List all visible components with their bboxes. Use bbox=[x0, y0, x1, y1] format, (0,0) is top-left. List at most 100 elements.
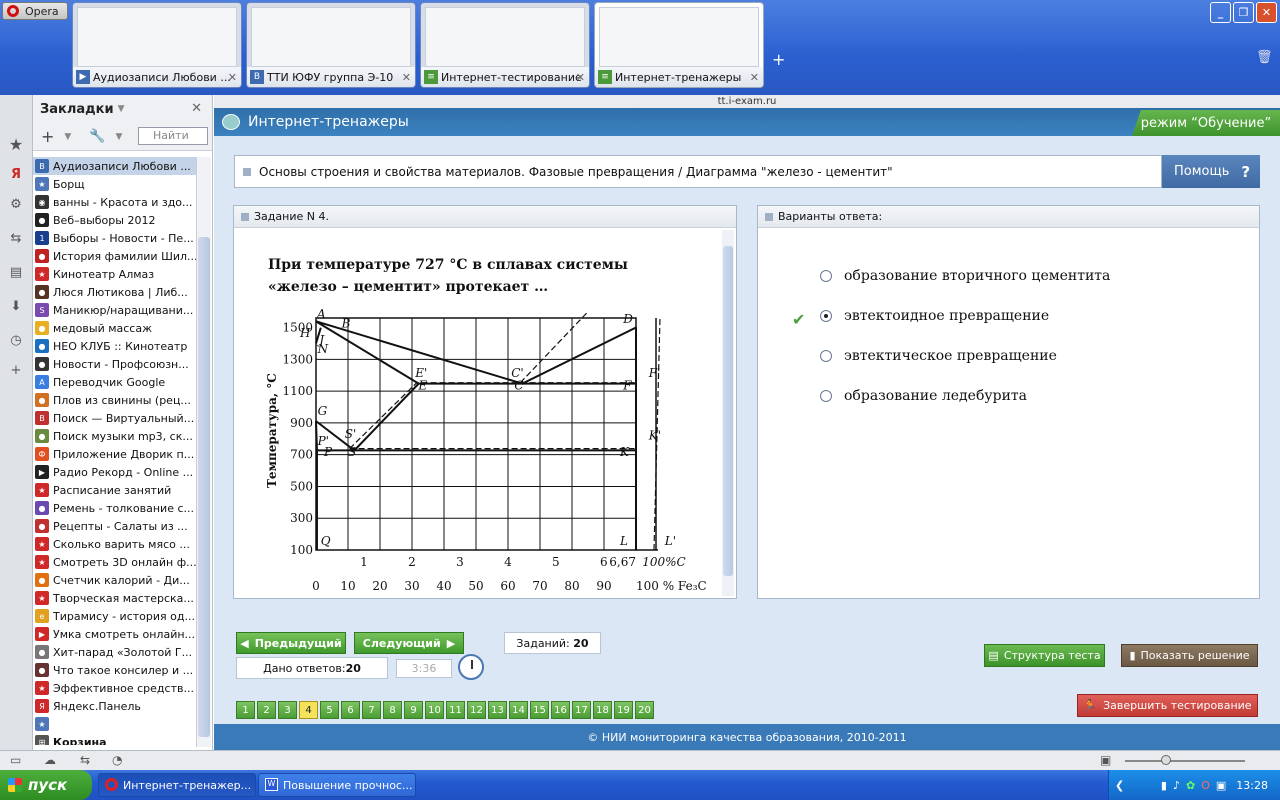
task-scrollbar[interactable] bbox=[722, 230, 734, 596]
radio-button[interactable] bbox=[820, 310, 832, 322]
page-button[interactable]: 1 bbox=[236, 701, 255, 719]
radio-button[interactable] bbox=[820, 350, 832, 362]
notes-icon[interactable]: ▤ bbox=[8, 265, 24, 281]
close-icon[interactable]: ✕ bbox=[402, 71, 411, 84]
bookmark-item[interactable]: ● Рецепты - Салаты из ... bbox=[33, 517, 198, 535]
tab-internet-testing[interactable]: ≡ Интернет-тестирование ✕ bbox=[420, 2, 590, 88]
start-button[interactable]: пуск bbox=[0, 770, 92, 800]
bookmark-folder-trash[interactable]: ⊞ Корзина bbox=[33, 733, 198, 745]
minimize-button[interactable]: _ bbox=[1210, 2, 1231, 23]
page-button[interactable]: 9 bbox=[404, 701, 423, 719]
bookmark-item[interactable]: A Переводчик Google bbox=[33, 373, 198, 391]
bookmark-item[interactable]: ● медовый массаж bbox=[33, 319, 198, 337]
bookmark-item[interactable]: ● Плов из свинины (рец... bbox=[33, 391, 198, 409]
close-icon[interactable]: ✕ bbox=[228, 71, 237, 84]
page-button[interactable]: 2 bbox=[257, 701, 276, 719]
opera-menu-button[interactable]: Opera bbox=[2, 2, 68, 20]
bookmark-item[interactable]: ★ Борщ bbox=[33, 175, 198, 193]
page-button[interactable]: 11 bbox=[446, 701, 465, 719]
answer-option[interactable]: образование вторичного цементита bbox=[820, 268, 1110, 284]
zoom-slider[interactable] bbox=[1125, 755, 1245, 765]
answer-option[interactable]: эвтектоидное превращение bbox=[820, 308, 1049, 324]
add-panel-icon[interactable]: + bbox=[8, 363, 24, 379]
download-icon[interactable]: ⬇ bbox=[8, 299, 24, 315]
network-icon[interactable]: ▮ bbox=[1161, 779, 1167, 792]
tab-audio[interactable]: ▶ Аудиозаписи Любови ... ✕ bbox=[72, 2, 242, 88]
page-button[interactable]: 3 bbox=[278, 701, 297, 719]
close-icon[interactable]: ✕ bbox=[750, 71, 759, 84]
icq-icon[interactable]: ✿ bbox=[1186, 779, 1195, 792]
close-icon[interactable]: ✕ bbox=[191, 101, 202, 116]
bookmark-item[interactable]: ★ Эффективное средств... bbox=[33, 679, 198, 697]
bookmark-item[interactable]: ★ Творческая мастерска... bbox=[33, 589, 198, 607]
page-button[interactable]: 19 bbox=[614, 701, 633, 719]
speed-icon[interactable]: ◔ bbox=[112, 753, 122, 767]
next-button[interactable]: Следующий ▶ bbox=[354, 632, 464, 654]
page-button[interactable]: 4 bbox=[299, 701, 318, 719]
bookmark-item[interactable]: ★ Кинотеатр Алмаз bbox=[33, 265, 198, 283]
bookmark-item[interactable]: B Аудиозаписи Любови ... bbox=[33, 157, 198, 175]
tray-app-icon[interactable]: ▣ bbox=[1216, 779, 1226, 792]
bookmark-item[interactable]: ● Ремень - толкование с... bbox=[33, 499, 198, 517]
bookmark-item[interactable]: e Тирамису - история од... bbox=[33, 607, 198, 625]
bookmark-item[interactable]: ● НЕО КЛУБ :: Кинотеатр bbox=[33, 337, 198, 355]
page-button[interactable]: 16 bbox=[551, 701, 570, 719]
test-structure-button[interactable]: ▤ Структура теста bbox=[984, 644, 1105, 667]
help-button[interactable]: Помощь? bbox=[1162, 155, 1260, 188]
page-button[interactable]: 8 bbox=[383, 701, 402, 719]
bookmark-item[interactable]: ★ Расписание занятий bbox=[33, 481, 198, 499]
radio-button[interactable] bbox=[820, 270, 832, 282]
page-button[interactable]: 6 bbox=[341, 701, 360, 719]
bookmarks-star-icon[interactable]: ★ bbox=[8, 135, 24, 154]
bookmark-item[interactable]: ★ Сколько варить мясо ... bbox=[33, 535, 198, 553]
bookmark-item[interactable]: ● Что такое консилер и ... bbox=[33, 661, 198, 679]
wrench-icon[interactable]: 🔧 bbox=[89, 129, 105, 144]
yandex-icon[interactable]: Я bbox=[8, 167, 24, 183]
bookmark-item[interactable]: ● Поиск музыки mp3, ск... bbox=[33, 427, 198, 445]
volume-icon[interactable]: ♪ bbox=[1173, 779, 1180, 792]
chevron-down-icon[interactable]: ▼ bbox=[116, 132, 123, 142]
tab-internet-trainers[interactable]: ≡ Интернет-тренажеры ✕ bbox=[594, 2, 764, 88]
trash-icon[interactable]: 🗑 bbox=[1256, 50, 1273, 65]
page-button[interactable]: 10 bbox=[425, 701, 444, 719]
gear-icon[interactable]: ⚙ bbox=[8, 197, 24, 213]
cloud-icon[interactable]: ☁ bbox=[44, 753, 56, 767]
history-icon[interactable]: ◷ bbox=[8, 333, 24, 349]
new-tab-button[interactable]: + bbox=[772, 50, 785, 69]
page-button[interactable]: 18 bbox=[593, 701, 612, 719]
tray-expand-icon[interactable]: ❮ bbox=[1115, 779, 1124, 792]
page-button[interactable]: 13 bbox=[488, 701, 507, 719]
taskbar-item-opera[interactable]: Интернет-тренажер... bbox=[98, 773, 256, 797]
bookmark-item[interactable]: Ф Приложение Дворик п... bbox=[33, 445, 198, 463]
taskbar-item-word[interactable]: W Повышение прочнос... bbox=[258, 773, 416, 797]
page-button[interactable]: 20 bbox=[635, 701, 654, 719]
bookmarks-scrollbar[interactable] bbox=[196, 157, 211, 747]
bookmark-item[interactable]: ◉ ванны - Красота и здо... bbox=[33, 193, 198, 211]
share-icon[interactable]: ⇆ bbox=[80, 753, 90, 767]
bookmark-item[interactable]: B Поиск — Виртуальный... bbox=[33, 409, 198, 427]
answer-option[interactable]: эвтектическое превращение bbox=[820, 348, 1057, 364]
page-button[interactable]: 15 bbox=[530, 701, 549, 719]
chevron-down-icon[interactable]: ▼ bbox=[64, 132, 71, 142]
bookmark-item[interactable]: ● Счетчик калорий - Ди... bbox=[33, 571, 198, 589]
bookmark-item[interactable]: ● Люся Лютикова | Либ... bbox=[33, 283, 198, 301]
answer-option[interactable]: образование ледебурита bbox=[820, 388, 1027, 404]
bookmark-item[interactable]: ● Веб–выборы 2012 bbox=[33, 211, 198, 229]
previous-button[interactable]: ◀ Предыдущий bbox=[236, 632, 346, 654]
add-icon[interactable]: + bbox=[41, 127, 54, 146]
tab-tti[interactable]: B ТТИ ЮФУ группа Э-10 ✕ bbox=[246, 2, 416, 88]
view-icon[interactable]: ▣ bbox=[1100, 753, 1111, 767]
page-button[interactable]: 14 bbox=[509, 701, 528, 719]
radio-button[interactable] bbox=[820, 390, 832, 402]
bookmark-item[interactable]: S Маникюр/наращивани... bbox=[33, 301, 198, 319]
bookmark-item[interactable]: ● Хит-парад «Золотой Г... bbox=[33, 643, 198, 661]
restore-button[interactable]: ❐ bbox=[1233, 2, 1254, 23]
show-solution-button[interactable]: ▮ Показать решение bbox=[1121, 644, 1258, 667]
bookmark-item[interactable]: ▶ Умка смотреть онлайн... bbox=[33, 625, 198, 643]
chevron-down-icon[interactable]: ▼ bbox=[118, 104, 125, 114]
page-button[interactable]: 12 bbox=[467, 701, 486, 719]
bookmark-item[interactable]: Я Яндекс.Панель bbox=[33, 697, 198, 715]
bookmark-item[interactable]: ● Новости - Профсоюзн... bbox=[33, 355, 198, 373]
close-icon[interactable]: ✕ bbox=[576, 71, 585, 84]
bookmark-item[interactable]: ★ bbox=[33, 715, 198, 733]
